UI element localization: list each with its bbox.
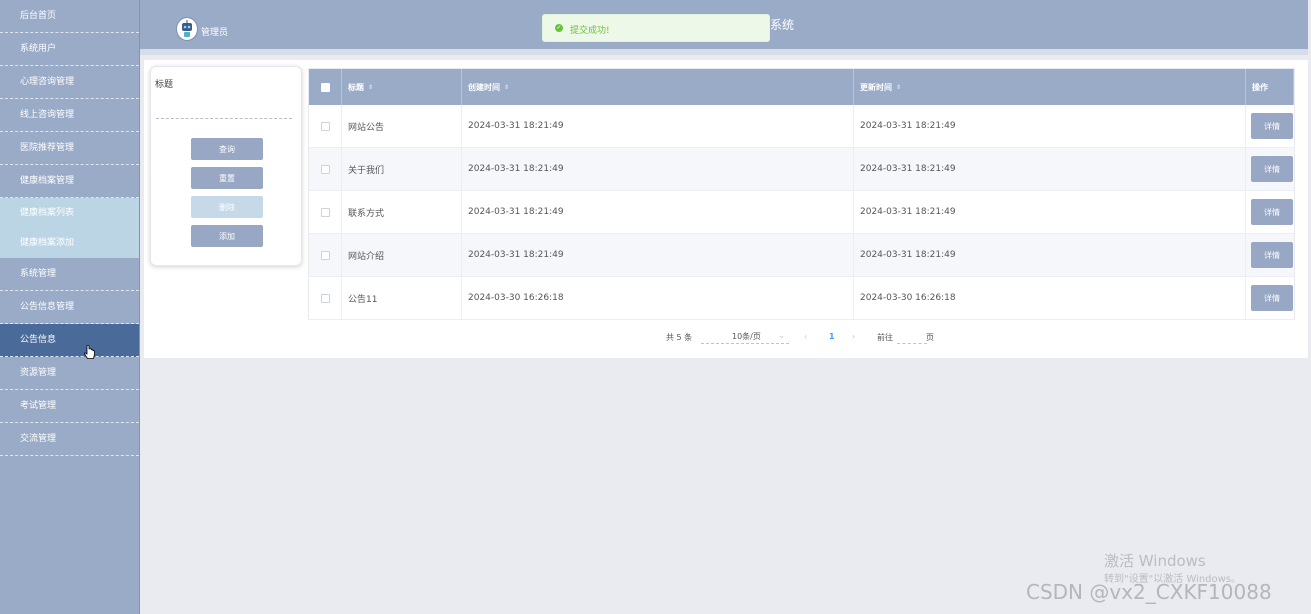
- check-circle-icon: ✓: [555, 24, 563, 32]
- prev-page-button[interactable]: ‹: [804, 332, 807, 341]
- row-checkbox-cell: [309, 277, 342, 319]
- windows-activation-title: 激活 Windows: [1104, 552, 1206, 570]
- cell-created: 2024-03-31 18:21:49: [462, 148, 854, 190]
- table-row: 网站公告 2024-03-31 18:21:49 2024-03-31 18:2…: [309, 105, 1294, 148]
- sort-icon[interactable]: ⇕: [896, 84, 901, 91]
- sort-icon[interactable]: ⇕: [504, 84, 509, 91]
- header-created[interactable]: 创建时间 ⇕: [462, 69, 854, 105]
- csdn-watermark: CSDN @vx2_CXKF10088: [1026, 580, 1272, 604]
- sidebar-subitem-health-records-list[interactable]: 健康档案列表: [0, 198, 139, 228]
- notice-table: 标题 ⇕ 创建时间 ⇕ 更新时间 ⇕ 操作 网站公告 2024-03-31 18:21…: [308, 68, 1295, 320]
- row-checkbox[interactable]: [320, 207, 330, 217]
- sidebar-item-resources[interactable]: 资源管理: [0, 357, 139, 390]
- success-toast: ✓ 提交成功!: [542, 14, 770, 42]
- cell-title: 联系方式: [342, 191, 462, 233]
- row-checkbox[interactable]: [320, 164, 330, 174]
- table-header: 标题 ⇕ 创建时间 ⇕ 更新时间 ⇕ 操作: [309, 69, 1294, 105]
- row-checkbox[interactable]: [320, 121, 330, 131]
- sort-icon[interactable]: ⇕: [368, 84, 373, 91]
- detail-button[interactable]: 详情: [1251, 113, 1293, 139]
- cell-updated: 2024-03-31 18:21:49: [854, 234, 1246, 276]
- header-title-label: 标题: [348, 82, 364, 92]
- table-row: 网站介绍 2024-03-31 18:21:49 2024-03-31 18:2…: [309, 234, 1294, 277]
- cell-updated: 2024-03-31 18:21:49: [854, 191, 1246, 233]
- cell-created: 2024-03-31 18:21:49: [462, 234, 854, 276]
- row-checkbox-cell: [309, 148, 342, 190]
- sidebar-item-dashboard[interactable]: 后台首页: [0, 0, 139, 33]
- goto-label: 前往: [877, 333, 893, 342]
- row-checkbox-cell: [309, 234, 342, 276]
- admin-label[interactable]: 管理员: [201, 25, 228, 38]
- sidebar-item-counseling[interactable]: 心理咨询管理: [0, 66, 139, 99]
- cell-title: 网站公告: [342, 105, 462, 147]
- sidebar-item-system-users[interactable]: 系统用户: [0, 33, 139, 66]
- cell-actions: 详情: [1246, 148, 1294, 190]
- page-size-value: 10条/页: [732, 332, 761, 341]
- page-number-current[interactable]: 1: [829, 332, 835, 341]
- detail-button[interactable]: 详情: [1251, 156, 1293, 182]
- sidebar: 后台首页 系统用户 心理咨询管理 线上咨询管理 医院推荐管理 健康档案管理 健康…: [0, 0, 140, 614]
- reset-button[interactable]: 重置: [191, 167, 263, 189]
- cell-title: 关于我们: [342, 148, 462, 190]
- sidebar-item-communication[interactable]: 交流管理: [0, 423, 139, 456]
- detail-button[interactable]: 详情: [1251, 285, 1293, 311]
- cell-updated: 2024-03-31 18:21:49: [854, 105, 1246, 147]
- row-checkbox-cell: [309, 105, 342, 147]
- sidebar-item-health-records[interactable]: 健康档案管理: [0, 165, 139, 198]
- cell-actions: 详情: [1246, 234, 1294, 276]
- row-checkbox[interactable]: [320, 250, 330, 260]
- detail-button[interactable]: 详情: [1251, 242, 1293, 268]
- cell-title: 公告11: [342, 277, 462, 319]
- header-created-label: 创建时间: [468, 82, 500, 92]
- cell-created: 2024-03-31 18:21:49: [462, 105, 854, 147]
- sidebar-item-exams[interactable]: 考试管理: [0, 390, 139, 423]
- cell-updated: 2024-03-30 16:26:18: [854, 277, 1246, 319]
- sidebar-item-notice[interactable]: 公告信息: [0, 324, 139, 357]
- cell-created: 2024-03-31 18:21:49: [462, 191, 854, 233]
- sidebar-item-notice-management[interactable]: 公告信息管理: [0, 291, 139, 324]
- header-actions: 操作: [1246, 69, 1294, 105]
- hand-pointer-icon: [84, 344, 96, 364]
- search-card: 标题 查询 重置 删除 添加: [150, 66, 302, 266]
- page-suffix-label: 页: [926, 333, 934, 342]
- sidebar-subitem-health-records-add[interactable]: 健康档案添加: [0, 228, 139, 258]
- pagination: 共 5 条 10条/页 ⌄ ‹ 1 › 前往 页: [144, 331, 1308, 346]
- table-row: 公告11 2024-03-30 16:26:18 2024-03-30 16:2…: [309, 277, 1294, 320]
- sidebar-item-hospital[interactable]: 医院推荐管理: [0, 132, 139, 165]
- next-page-button[interactable]: ›: [852, 332, 855, 341]
- search-label: 标题: [155, 80, 174, 90]
- page-title: 系统: [770, 18, 795, 32]
- cell-title: 网站介绍: [342, 234, 462, 276]
- pagination-total: 共 5 条: [666, 333, 693, 342]
- cell-actions: 详情: [1246, 191, 1294, 233]
- detail-button[interactable]: 详情: [1251, 199, 1293, 225]
- chevron-down-icon: ⌄: [778, 331, 785, 340]
- header-divider: [140, 49, 1308, 55]
- table-row: 关于我们 2024-03-31 18:21:49 2024-03-31 18:2…: [309, 148, 1294, 191]
- sidebar-item-system[interactable]: 系统管理: [0, 258, 139, 291]
- table-row: 联系方式 2024-03-31 18:21:49 2024-03-31 18:2…: [309, 191, 1294, 234]
- robot-avatar-icon[interactable]: [176, 17, 198, 41]
- add-button[interactable]: 添加: [191, 225, 263, 247]
- title-search-input[interactable]: [156, 94, 292, 119]
- sidebar-item-online-counseling[interactable]: 线上咨询管理: [0, 99, 139, 132]
- header-title[interactable]: 标题 ⇕: [342, 69, 462, 105]
- header-updated[interactable]: 更新时间 ⇕: [854, 69, 1246, 105]
- main-panel: 标题 查询 重置 删除 添加 标题 ⇕ 创建时间 ⇕ 更新时间 ⇕ 操作 网站公告 2…: [144, 60, 1308, 358]
- header-updated-label: 更新时间: [860, 82, 892, 92]
- cell-updated: 2024-03-31 18:21:49: [854, 148, 1246, 190]
- cell-actions: 详情: [1246, 277, 1294, 319]
- select-all-checkbox[interactable]: [320, 82, 330, 92]
- query-button[interactable]: 查询: [191, 138, 263, 160]
- header-checkbox-cell: [309, 69, 342, 105]
- toast-message: 提交成功!: [570, 26, 610, 36]
- goto-page-input[interactable]: [897, 331, 927, 344]
- delete-button[interactable]: 删除: [191, 196, 263, 218]
- row-checkbox-cell: [309, 191, 342, 233]
- cell-actions: 详情: [1246, 105, 1294, 147]
- cell-created: 2024-03-30 16:26:18: [462, 277, 854, 319]
- page-size-select[interactable]: 10条/页 ⌄: [701, 331, 789, 344]
- row-checkbox[interactable]: [320, 293, 330, 303]
